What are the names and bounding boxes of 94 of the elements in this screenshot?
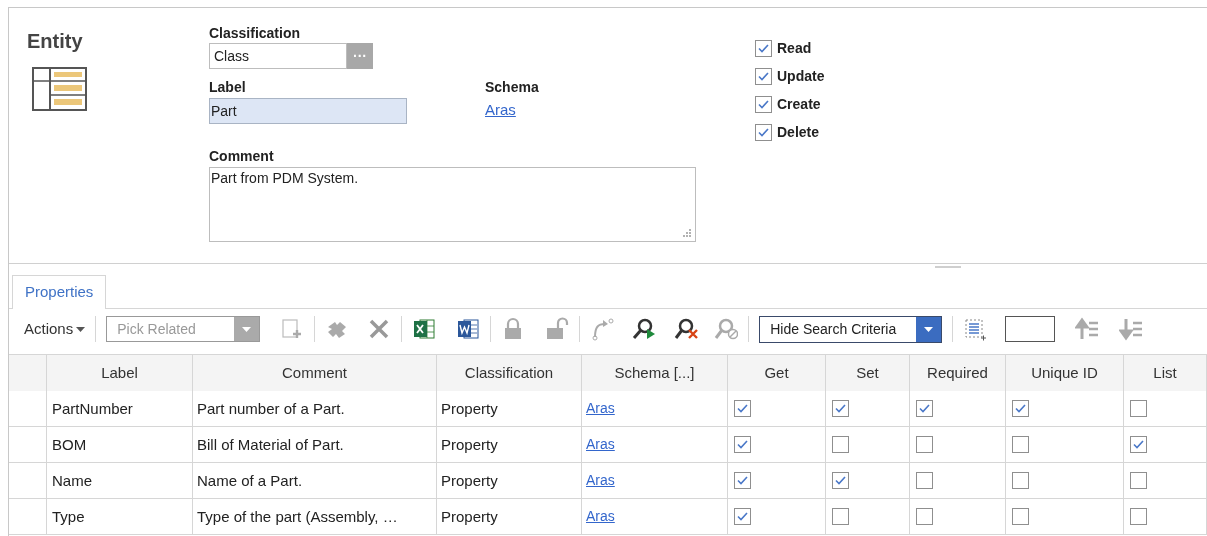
column-header[interactable]: Get (728, 355, 826, 391)
caret-icon (924, 326, 934, 332)
checkbox[interactable] (1012, 400, 1029, 417)
checkmark-icon (758, 71, 769, 81)
checkmark-icon (737, 440, 748, 449)
schema-link[interactable]: Aras (586, 506, 615, 527)
schema-label: Schema (485, 79, 539, 95)
column-header[interactable]: Classification (437, 355, 582, 391)
table-cell: PartNumber (47, 391, 193, 426)
table-cell: BOM (47, 427, 193, 462)
comment-field[interactable]: Part from PDM System. (209, 167, 696, 242)
table-icon (32, 67, 87, 111)
comment-label: Comment (209, 148, 275, 164)
schema-link[interactable]: Aras (586, 398, 615, 419)
route-icon[interactable] (590, 317, 615, 341)
page-size-field[interactable] (1005, 316, 1056, 342)
checkbox[interactable] (734, 508, 751, 525)
checkbox[interactable] (1012, 472, 1029, 489)
checkmark-icon (835, 476, 846, 485)
column-header[interactable]: Required (910, 355, 1006, 391)
checkmark-icon (758, 99, 769, 109)
tab[interactable]: Properties (12, 275, 107, 309)
spreadsheet-icon[interactable] (412, 317, 437, 341)
checkmark-icon (758, 127, 769, 137)
column-header[interactable]: Unique ID (1006, 355, 1124, 391)
checkbox[interactable] (734, 472, 751, 489)
checkbox[interactable] (916, 472, 933, 489)
checkbox[interactable] (832, 472, 849, 489)
sort-descending-icon[interactable] (1119, 317, 1144, 341)
permission-label: Read (777, 38, 812, 58)
classification-field[interactable]: Class (209, 43, 347, 69)
checkbox[interactable] (755, 123, 772, 141)
classification-label: Classification (209, 25, 302, 41)
column-header[interactable]: Label (47, 355, 193, 391)
search-mode-combo[interactable]: Hide Search Criteria (759, 315, 943, 343)
table-cell: Bill of Material of Part. (193, 427, 437, 462)
checkbox[interactable] (832, 508, 849, 525)
permission-label: Delete (777, 122, 820, 142)
search-clear-icon[interactable] (674, 317, 699, 341)
search-run-icon[interactable] (632, 317, 657, 341)
select-all-icon[interactable] (963, 317, 988, 341)
table-cell: Property (437, 391, 582, 426)
checkbox[interactable] (916, 400, 933, 417)
table-cell: Property (437, 427, 582, 462)
actions-menu[interactable]: Actions (24, 317, 86, 341)
column-header[interactable]: Schema [...] (582, 355, 728, 391)
checkbox[interactable] (734, 400, 751, 417)
checkbox[interactable] (916, 436, 933, 453)
permission-label: Create (777, 94, 821, 114)
checkmark-icon (737, 476, 748, 485)
checkbox[interactable] (755, 67, 772, 85)
sort-ascending-icon[interactable] (1075, 317, 1100, 341)
checkbox[interactable] (916, 508, 933, 525)
checkmark-icon (835, 404, 846, 413)
table-cell: Property (437, 463, 582, 498)
entity-title: Entity (27, 29, 84, 54)
table-cell: Name of a Part. (193, 463, 437, 498)
checkmark-icon (737, 404, 748, 413)
permission-label: Update (777, 66, 825, 86)
table-cell: Type of the part (Assembly, … (193, 499, 437, 534)
column-header[interactable]: Comment (193, 355, 437, 391)
checkbox[interactable] (1130, 436, 1147, 453)
schema-link[interactable]: Aras (485, 101, 539, 119)
checkbox[interactable] (755, 39, 772, 57)
column-header[interactable]: List (1124, 355, 1207, 391)
document-icon[interactable] (456, 317, 481, 341)
resize-grip-icon[interactable] (683, 229, 692, 238)
unlock-icon[interactable] (545, 317, 570, 341)
checkbox[interactable] (832, 400, 849, 417)
table-cell: Property (437, 499, 582, 534)
label-field[interactable]: Part (209, 98, 407, 124)
checkmark-icon (737, 512, 748, 521)
caret-icon (242, 326, 252, 332)
checkbox[interactable] (1012, 508, 1029, 525)
checkmark-icon (919, 404, 930, 413)
table-cell: Name (47, 463, 193, 498)
search-cancel-icon[interactable] (714, 317, 739, 341)
schema-link[interactable]: Aras (586, 470, 615, 491)
checkbox[interactable] (832, 436, 849, 453)
schema-link[interactable]: Aras (586, 434, 615, 455)
table-cell: Type (47, 499, 193, 534)
checkbox[interactable] (1130, 508, 1147, 525)
checkmark-icon (1133, 440, 1144, 449)
caret-icon (76, 326, 86, 332)
table-cell: Part number of a Part. (193, 391, 437, 426)
checkmark-icon (758, 43, 769, 53)
checkbox[interactable] (1130, 400, 1147, 417)
checkbox[interactable] (1012, 436, 1029, 453)
checkbox[interactable] (1130, 472, 1147, 489)
column-header[interactable]: Set (826, 355, 910, 391)
checkmark-icon (1015, 404, 1026, 413)
checkbox[interactable] (734, 436, 751, 453)
checkbox[interactable] (755, 95, 772, 113)
label-label: Label (209, 79, 247, 95)
